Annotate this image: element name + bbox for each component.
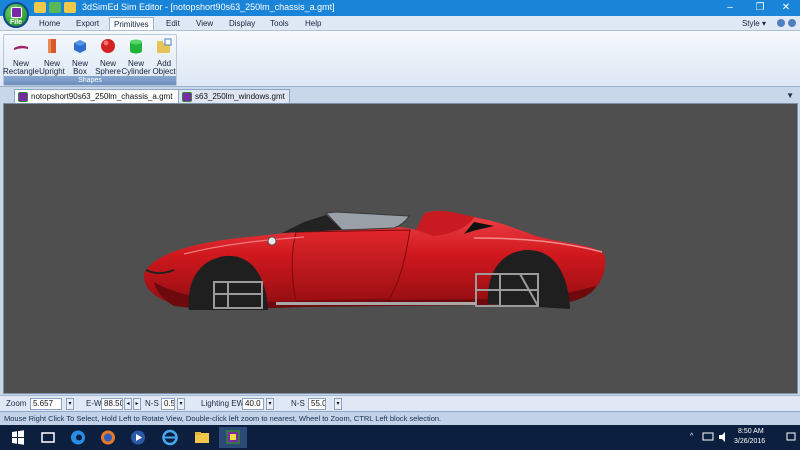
ns-spinner[interactable]: ▾ bbox=[177, 398, 185, 410]
tab-export[interactable]: Export bbox=[76, 17, 99, 30]
quick-access-toolbar bbox=[34, 2, 76, 13]
view-controls: Zoom 5.657 ▾ E-W 88.50 ◂ ▸ N-S 0.5 ▾ Lig… bbox=[0, 395, 800, 411]
document-tabs: notopshort90s63_250lm_chassis_a.gmt ✕ s6… bbox=[0, 87, 800, 103]
3d-viewport[interactable] bbox=[3, 103, 798, 394]
ew-left-button[interactable]: ◂ bbox=[124, 398, 132, 410]
side-sill bbox=[276, 302, 476, 305]
lighting-ew-spinner[interactable]: ▾ bbox=[266, 398, 274, 410]
simed-app-icon[interactable] bbox=[219, 427, 247, 448]
lighting-ns-field[interactable]: 55.0 bbox=[308, 398, 326, 410]
ew-right-button[interactable]: ▸ bbox=[133, 398, 141, 410]
help-icon[interactable] bbox=[777, 19, 785, 27]
tab-primitives[interactable]: Primitives bbox=[109, 17, 154, 30]
new-rectangle-button[interactable]: New Rectangle bbox=[3, 36, 39, 76]
tab-edit[interactable]: Edit bbox=[166, 17, 180, 30]
ribbon-panel: New Rectangle New Upright New Box New Sp… bbox=[0, 31, 800, 87]
lighting-ns-label: N-S bbox=[291, 399, 305, 408]
zoom-field[interactable]: 5.657 bbox=[30, 398, 62, 410]
tab-view[interactable]: View bbox=[196, 17, 213, 30]
minimize-button[interactable]: – bbox=[716, 0, 744, 16]
windows-start-icon[interactable] bbox=[4, 427, 32, 448]
tab-windows-file[interactable]: s63_250lm_windows.gmt bbox=[178, 89, 290, 103]
add-object-icon bbox=[157, 38, 172, 53]
file-button[interactable]: File bbox=[3, 2, 29, 28]
zoom-label: Zoom bbox=[6, 399, 27, 408]
file-button-label: File bbox=[9, 19, 23, 26]
chevron-down-icon: ▾ bbox=[761, 19, 766, 28]
internet-explorer-icon[interactable] bbox=[156, 427, 184, 448]
sphere-icon bbox=[101, 39, 115, 53]
group-label: Shapes bbox=[4, 76, 176, 85]
file-explorer-icon[interactable] bbox=[188, 427, 216, 448]
gmt-file-icon bbox=[182, 92, 192, 102]
lighting-ns-spinner[interactable]: ▾ bbox=[334, 398, 342, 410]
new-file-icon[interactable] bbox=[34, 2, 46, 13]
status-bar: Mouse Right Click To Select, Hold Left t… bbox=[0, 411, 800, 425]
open-folder-icon[interactable] bbox=[64, 2, 76, 13]
ew-field[interactable]: 88.50 bbox=[101, 398, 123, 410]
ew-label: E-W bbox=[86, 399, 102, 408]
cylinder-icon bbox=[130, 39, 142, 54]
box-icon bbox=[74, 40, 86, 53]
button-label-line2: Object bbox=[152, 67, 176, 76]
firefox-icon[interactable] bbox=[94, 427, 122, 448]
tab-display[interactable]: Display bbox=[229, 17, 255, 30]
lighting-ew-field[interactable]: 40.0 bbox=[242, 398, 264, 410]
notifications-icon[interactable] bbox=[786, 432, 796, 442]
zoom-spinner[interactable]: ▾ bbox=[66, 398, 74, 410]
clock-date[interactable]: 3/26/2016 bbox=[734, 438, 765, 445]
app-logo-icon bbox=[11, 7, 22, 18]
title-bar: 3dSimEd Sim Editor - [notopshort90s63_25… bbox=[0, 0, 800, 16]
tab-chassis-file[interactable]: notopshort90s63_250lm_chassis_a.gmt ✕ bbox=[14, 89, 193, 103]
clock-time[interactable]: 8:50 AM bbox=[738, 428, 764, 435]
window-title: 3dSimEd Sim Editor - [notopshort90s63_25… bbox=[82, 2, 335, 12]
style-menu[interactable]: Style ▾ bbox=[742, 17, 766, 30]
status-text: Mouse Right Click To Select, Hold Left t… bbox=[4, 414, 442, 423]
tab-label: s63_250lm_windows.gmt bbox=[195, 92, 285, 101]
network-icon[interactable] bbox=[702, 432, 714, 442]
rectangle-icon bbox=[14, 45, 28, 50]
car-door bbox=[291, 229, 411, 302]
car-headlight bbox=[267, 236, 277, 246]
about-icon[interactable] bbox=[788, 19, 796, 27]
volume-icon[interactable] bbox=[718, 432, 730, 442]
ns-label: N-S bbox=[145, 399, 159, 408]
style-menu-label: Style bbox=[741, 19, 760, 28]
maximize-button[interactable]: ❐ bbox=[746, 0, 774, 16]
tab-help[interactable]: Help bbox=[305, 17, 321, 30]
tab-label: notopshort90s63_250lm_chassis_a.gmt bbox=[31, 92, 173, 101]
tab-tools[interactable]: Tools bbox=[270, 17, 289, 30]
tray-overflow-icon[interactable]: ^ bbox=[690, 433, 693, 440]
gmt-file-icon bbox=[18, 92, 28, 102]
tab-home[interactable]: Home bbox=[39, 17, 60, 30]
save-icon[interactable] bbox=[49, 2, 61, 13]
close-button[interactable]: ✕ bbox=[772, 0, 800, 16]
taskbar: ^ 8:50 AM 3/26/2016 bbox=[0, 425, 800, 450]
shapes-group: New Rectangle New Upright New Box New Sp… bbox=[3, 34, 177, 86]
system-tray: ^ 8:50 AM 3/26/2016 bbox=[690, 425, 800, 450]
ribbon-tabs: Home Export Primitives Edit View Display… bbox=[0, 16, 800, 31]
car-model-render bbox=[143, 210, 606, 310]
media-player-icon[interactable] bbox=[124, 427, 152, 448]
edge-browser-icon[interactable] bbox=[64, 427, 92, 448]
lighting-ew-label: Lighting EW bbox=[201, 399, 245, 408]
tab-list-dropdown-icon[interactable]: ▼ bbox=[786, 91, 794, 100]
upright-icon bbox=[48, 39, 56, 53]
add-object-button[interactable]: Add Object bbox=[149, 36, 179, 76]
ns-field[interactable]: 0.5 bbox=[161, 398, 175, 410]
task-view-icon[interactable] bbox=[34, 427, 62, 448]
